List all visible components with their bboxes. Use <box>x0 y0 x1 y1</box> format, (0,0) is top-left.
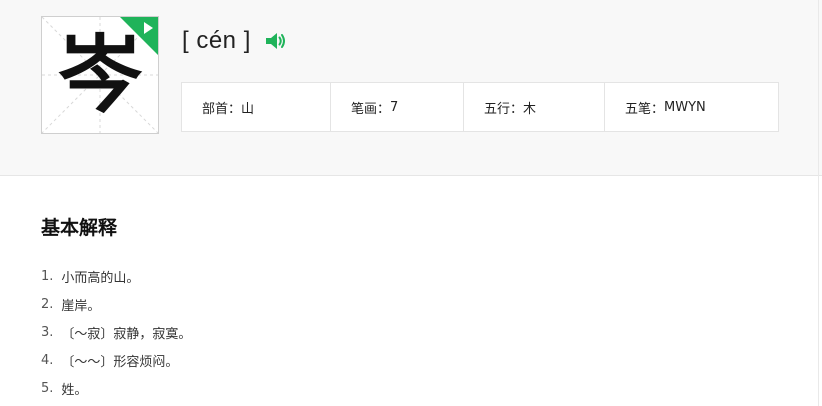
character-card: 岑 <box>41 16 159 134</box>
definition-text: 〔～寂〕寂静，寂寞。 <box>61 326 192 342</box>
attr-radical-value: 山 <box>241 101 255 117</box>
pinyin-row: [ cén ] <box>182 26 287 56</box>
character-header-panel: 岑 [ cén ] 部首： 山 笔画： 7 五行： 木 五笔： MWYN <box>0 0 822 176</box>
definition-text: 小而高的山。 <box>61 270 140 286</box>
attr-wuxing-value: 木 <box>523 101 537 117</box>
definition-number: 5. <box>41 380 54 396</box>
definition-number: 4. <box>41 352 54 368</box>
definition-text: 崖岸。 <box>61 298 101 314</box>
attr-wubi-value: MWYN <box>664 99 706 115</box>
attr-wuxing: 五行： 木 <box>464 83 605 131</box>
definition-item: 4. 〔～～〕形容烦闷。 <box>41 346 191 374</box>
definition-number: 2. <box>41 296 54 312</box>
attr-radical: 部首： 山 <box>182 83 331 131</box>
definition-item: 1. 小而高的山。 <box>41 262 191 290</box>
play-triangle-icon[interactable] <box>119 16 159 56</box>
definition-item: 3. 〔～寂〕寂静，寂寞。 <box>41 318 191 346</box>
attr-wubi: 五笔： MWYN <box>605 83 778 131</box>
speaker-icon[interactable] <box>265 31 287 51</box>
attr-wuxing-label: 五行： <box>484 101 524 117</box>
character-attributes-table: 部首： 山 笔画： 7 五行： 木 五笔： MWYN <box>181 82 779 132</box>
definition-number: 3. <box>41 324 54 340</box>
definition-list: 1. 小而高的山。 2. 崖岸。 3. 〔～寂〕寂静，寂寞。 4. 〔～～〕形容… <box>41 262 191 402</box>
definition-text: 姓。 <box>61 382 88 398</box>
section-title-basic-explanation: 基本解释 <box>41 217 118 239</box>
pinyin-text: [ cén ] <box>182 27 251 54</box>
definition-item: 5. 姓。 <box>41 374 191 402</box>
attr-strokes: 笔画： 7 <box>331 83 464 131</box>
page-divider <box>818 0 819 406</box>
attr-wubi-label: 五笔： <box>625 101 665 117</box>
definition-text: 〔～～〕形容烦闷。 <box>61 354 179 370</box>
attr-strokes-value: 7 <box>390 99 399 115</box>
attr-radical-label: 部首： <box>202 101 242 117</box>
attr-strokes-label: 笔画： <box>351 101 391 117</box>
definition-number: 1. <box>41 268 54 284</box>
definition-item: 2. 崖岸。 <box>41 290 191 318</box>
